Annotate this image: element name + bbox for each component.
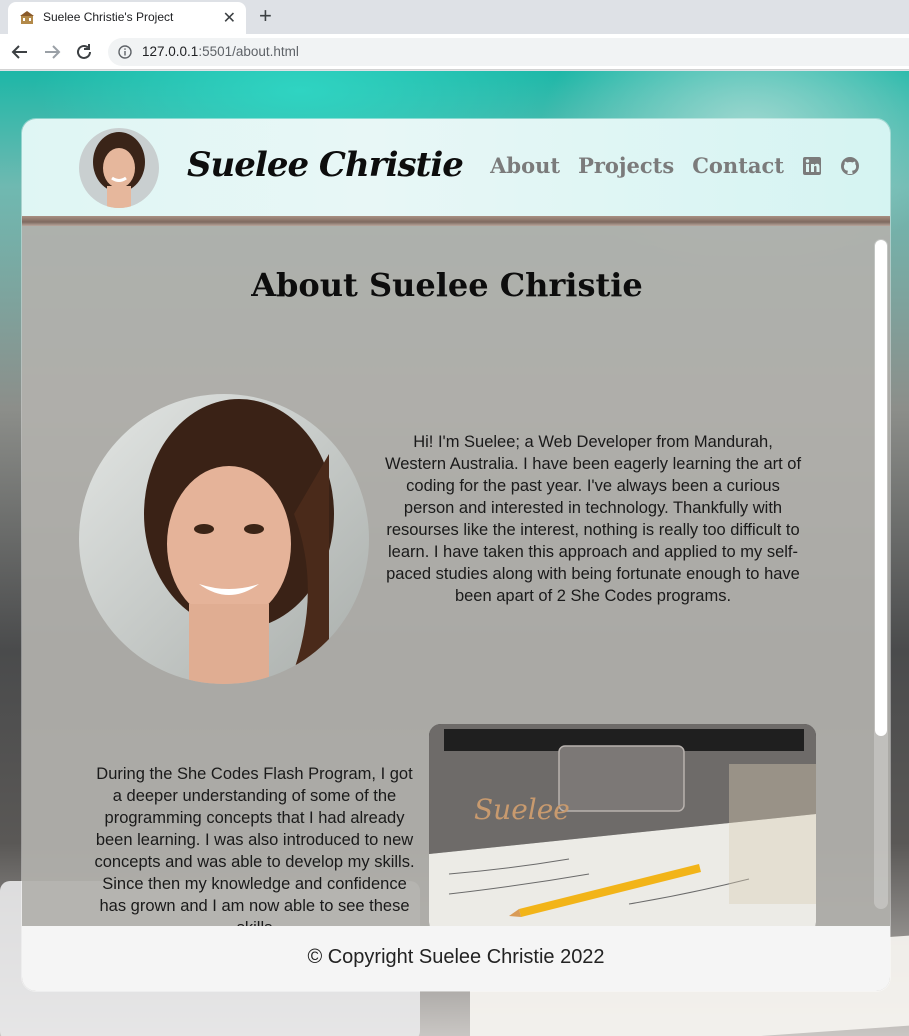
arrow-right-icon [45, 45, 61, 59]
site-footer: © Copyright Suelee Christie 2022 [22, 926, 890, 991]
address-bar[interactable]: 127.0.0.1:5501/about.html [108, 38, 909, 66]
browser-tab[interactable]: Suelee Christie's Project ✕ [8, 2, 246, 34]
bio-paragraph-1: Hi! I'm Suelee; a Web Developer from Man… [384, 433, 802, 605]
about-section: About Suelee Christie Hi! I'm Suelee; a … [22, 226, 890, 926]
forward-button[interactable] [40, 40, 64, 64]
tab-title: Suelee Christie's Project [43, 10, 174, 24]
page-title: About Suelee Christie [251, 266, 643, 304]
copyright-text: © Copyright Suelee Christie 2022 [307, 946, 605, 968]
back-button[interactable] [8, 40, 32, 64]
info-icon[interactable] [118, 45, 132, 59]
browser-toolbar: 127.0.0.1:5501/about.html [0, 34, 909, 70]
profile-photo [79, 394, 369, 684]
nav-contact[interactable]: Contact [692, 153, 784, 178]
url-text: 127.0.0.1:5501/about.html [142, 44, 299, 59]
nav-projects[interactable]: Projects [578, 153, 674, 178]
linkedin-icon[interactable] [802, 156, 822, 176]
github-icon[interactable] [840, 156, 860, 176]
main-nav: About Projects Contact [490, 153, 860, 178]
building-icon [20, 11, 34, 24]
laptop-sticker-text: Suelee [474, 793, 570, 826]
header-divider [22, 216, 890, 226]
close-tab-icon[interactable]: ✕ [223, 8, 236, 28]
browser-tab-bar: Suelee Christie's Project ✕ + [0, 0, 909, 34]
site-logo[interactable]: Suelee Christie [187, 145, 464, 185]
reload-icon [77, 44, 91, 59]
page-background: Suelee Christie About Projects Contact A… [0, 71, 909, 1036]
arrow-left-icon [11, 45, 27, 59]
content-card: Suelee Christie About Projects Contact A… [22, 119, 890, 991]
avatar [79, 128, 159, 208]
reload-button[interactable] [72, 40, 96, 64]
laptop-photo: Suelee [429, 724, 816, 926]
site-header: Suelee Christie About Projects Contact [22, 119, 890, 219]
nav-about[interactable]: About [490, 153, 560, 178]
scrollbar-thumb[interactable] [875, 240, 887, 736]
new-tab-button[interactable]: + [259, 3, 272, 29]
bio-paragraph-2: During the She Codes Flash Program, I go… [94, 765, 415, 926]
